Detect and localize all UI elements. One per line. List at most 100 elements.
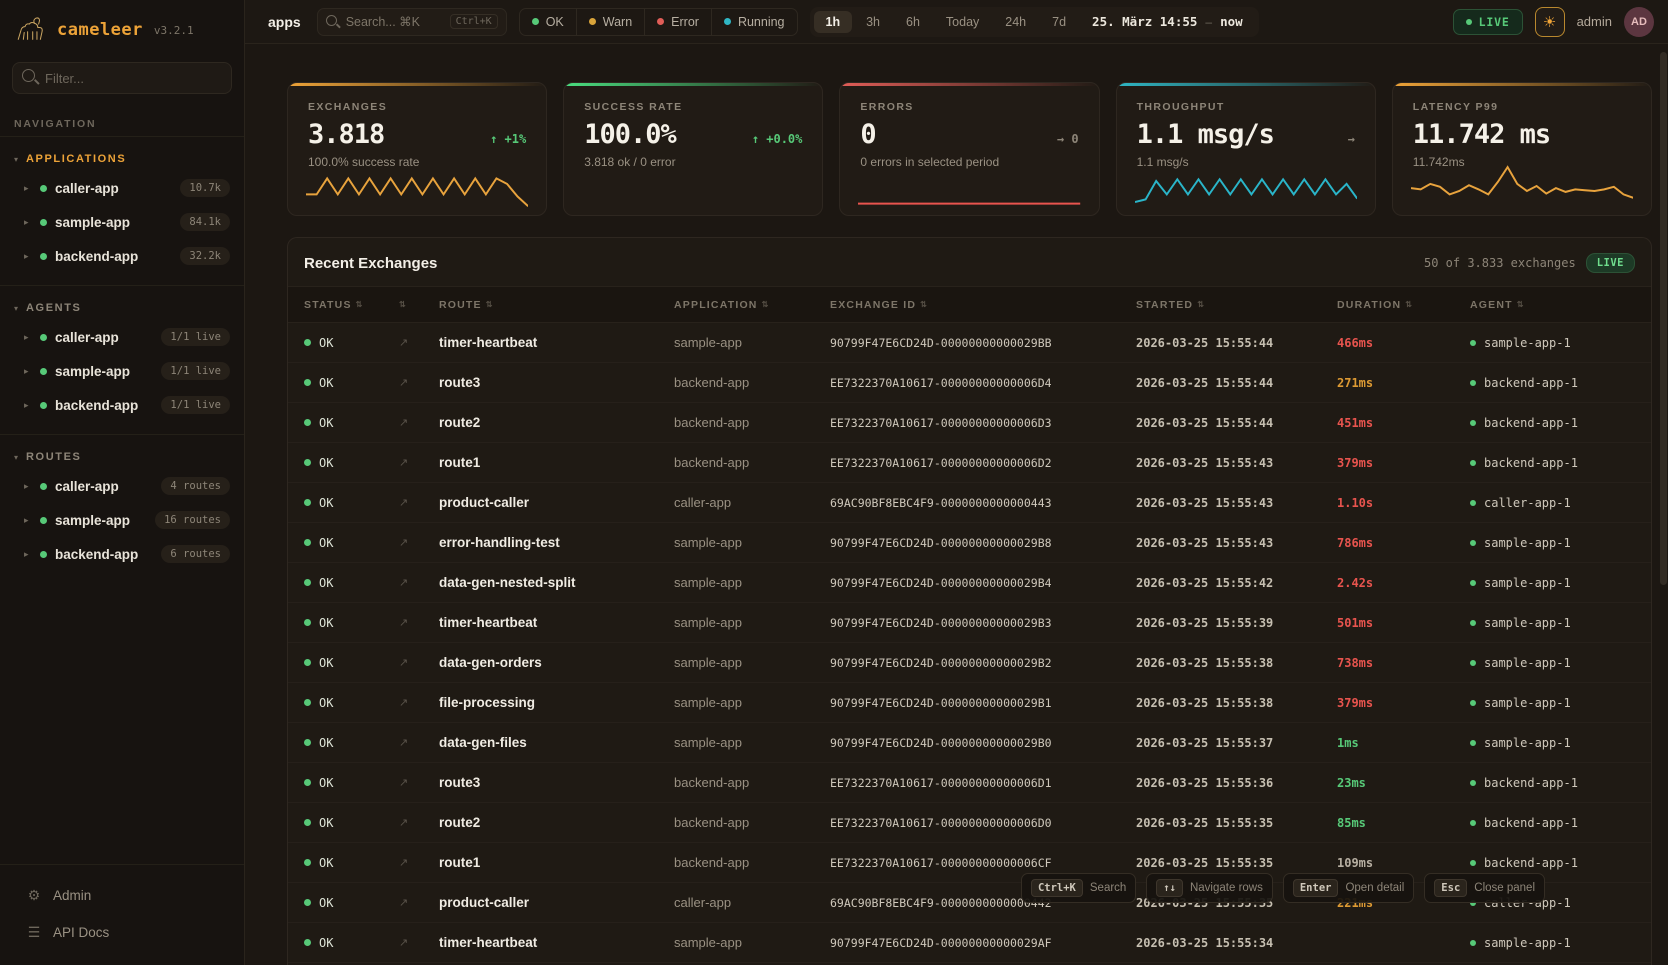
scrollbar-thumb[interactable] — [1660, 52, 1667, 585]
sidebar-item-application[interactable]: ▸ caller-app 10.7k — [0, 171, 244, 205]
main-content: EXCHANGES 3.818 ↑ +1% 100.0% success rat… — [245, 44, 1668, 965]
stat-card[interactable]: SUCCESS RATE 100.0% ↑ +0.0% 3.818 ok / 0… — [563, 82, 823, 216]
open-detail-icon[interactable]: ↗ — [399, 896, 439, 909]
status-filter-button[interactable]: Warn — [577, 9, 645, 35]
open-detail-icon[interactable]: ↗ — [399, 456, 439, 469]
sidebar-item-route[interactable]: ▸ sample-app 16 routes — [0, 503, 244, 537]
duration-cell: 786ms — [1337, 536, 1470, 550]
table-row[interactable]: OK ↗ data-gen-orders sample-app 90799F47… — [288, 643, 1651, 683]
table-row[interactable]: OK ↗ product-caller caller-app 69AC90BF8… — [288, 483, 1651, 523]
table-row[interactable]: OK ↗ route3 backend-app EE7322370A10617-… — [288, 363, 1651, 403]
status-filter-button[interactable]: Error — [645, 9, 712, 35]
card-title: EXCHANGES — [308, 101, 526, 113]
table-row[interactable]: OK ↗ route2 backend-app EE7322370A10617-… — [288, 403, 1651, 443]
open-detail-icon[interactable]: ↗ — [399, 856, 439, 869]
application-cell: sample-app — [674, 935, 830, 950]
stat-card[interactable]: ERRORS 0 → 0 0 errors in selected period — [839, 82, 1099, 216]
section-header-routes[interactable]: ▾ ROUTES — [0, 445, 244, 469]
column-header-exchange-id[interactable]: EXCHANGE ID⇅ — [830, 299, 1136, 311]
table-row[interactable]: OK ↗ timer-heartbeat sample-app 90799F47… — [288, 603, 1651, 643]
sidebar-item-route[interactable]: ▸ caller-app 4 routes — [0, 469, 244, 503]
column-header-application[interactable]: APPLICATION⇅ — [674, 299, 830, 311]
table-row[interactable]: OK ↗ route3 backend-app EE7322370A10617-… — [288, 763, 1651, 803]
column-header-route[interactable]: ROUTE⇅ — [439, 299, 674, 311]
table-row[interactable]: OK ↗ error-handling-test sample-app 9079… — [288, 523, 1651, 563]
time-range-button[interactable]: 7d — [1040, 11, 1078, 33]
stat-card[interactable]: LATENCY P99 11.742 ms 11.742ms — [1392, 82, 1652, 216]
section-header-agents[interactable]: ▾ AGENTS — [0, 296, 244, 320]
open-detail-icon[interactable]: ↗ — [399, 576, 439, 589]
card-title: THROUGHPUT — [1137, 101, 1355, 113]
open-detail-icon[interactable]: ↗ — [399, 616, 439, 629]
exchange-id-cell: 90799F47E6CD24D-00000000000029B4 — [830, 576, 1136, 590]
open-detail-icon[interactable]: ↗ — [399, 536, 439, 549]
sort-icon: ⇅ — [762, 300, 770, 309]
column-header-status[interactable]: STATUS⇅ — [304, 299, 399, 311]
open-detail-icon[interactable]: ↗ — [399, 936, 439, 949]
card-title: ERRORS — [860, 101, 1078, 113]
stat-card[interactable]: EXCHANGES 3.818 ↑ +1% 100.0% success rat… — [287, 82, 547, 216]
table-row[interactable]: OK ↗ route1 backend-app EE7322370A10617-… — [288, 443, 1651, 483]
open-detail-icon[interactable]: ↗ — [399, 496, 439, 509]
stat-card[interactable]: THROUGHPUT 1.1 msg/s → 1.1 msg/s — [1116, 82, 1376, 216]
open-detail-icon[interactable]: ↗ — [399, 736, 439, 749]
live-toggle[interactable]: LIVE — [1453, 9, 1523, 35]
time-range-button[interactable]: 6h — [894, 11, 932, 33]
table-row[interactable]: OK ↗ timer-heartbeat sample-app 90799F47… — [288, 323, 1651, 363]
sidebar-item-agent[interactable]: ▸ caller-app 1/1 live — [0, 320, 244, 354]
open-detail-icon[interactable]: ↗ — [399, 816, 439, 829]
card-accent-bar — [1393, 83, 1651, 86]
duration-cell: 379ms — [1337, 456, 1470, 470]
time-range-button[interactable]: 3h — [854, 11, 892, 33]
open-detail-icon[interactable]: ↗ — [399, 776, 439, 789]
sidebar-item-agent[interactable]: ▸ backend-app 1/1 live — [0, 388, 244, 422]
application-cell: sample-app — [674, 615, 830, 630]
open-detail-icon[interactable]: ↗ — [399, 416, 439, 429]
sort-icon: ⇅ — [356, 300, 364, 309]
sort-icon: ⇅ — [920, 300, 928, 309]
avatar[interactable]: AD — [1624, 7, 1654, 37]
agent-status-dot — [1470, 340, 1476, 346]
sidebar-footer: ⚙ Admin ☰ API Docs — [0, 864, 244, 965]
sidebar-item-api-docs[interactable]: ☰ API Docs — [0, 914, 244, 951]
table-row[interactable]: OK ↗ file-processing sample-app 90799F47… — [288, 683, 1651, 723]
theme-toggle-button[interactable]: ☀ — [1535, 7, 1565, 37]
table-row[interactable]: OK ↗ route2 backend-app EE7322370A10617-… — [288, 803, 1651, 843]
filter-input[interactable] — [12, 62, 232, 94]
global-search[interactable]: Search... ⌘K Ctrl+K — [317, 8, 507, 36]
column-header-started[interactable]: STARTED⇅ — [1136, 299, 1337, 311]
time-display[interactable]: 25. März 14:55 – now — [1080, 14, 1255, 29]
column-header-agent[interactable]: AGENT⇅ — [1470, 299, 1635, 311]
sidebar-item-application[interactable]: ▸ sample-app 84.1k — [0, 205, 244, 239]
open-detail-icon[interactable]: ↗ — [399, 696, 439, 709]
open-detail-icon[interactable]: ↗ — [399, 376, 439, 389]
section-routes: ▾ ROUTES ▸ caller-app 4 routes ▸ s — [0, 435, 244, 583]
table-row[interactable]: OK ↗ timer-heartbeat sample-app 90799F47… — [288, 923, 1651, 963]
sidebar-item-route[interactable]: ▸ backend-app 6 routes — [0, 537, 244, 571]
sidebar-item-application[interactable]: ▸ backend-app 32.2k — [0, 239, 244, 273]
chevron-down-icon: ▾ — [14, 453, 18, 462]
status-cell: OK — [304, 416, 399, 430]
time-range-button[interactable]: 24h — [993, 11, 1038, 33]
open-detail-icon[interactable]: ↗ — [399, 336, 439, 349]
time-range-button[interactable]: Today — [934, 11, 991, 33]
agent-cell: sample-app-1 — [1470, 656, 1635, 670]
exchange-id-cell: EE7322370A10617-00000000000006D2 — [830, 456, 1136, 470]
exchange-id-cell: 90799F47E6CD24D-00000000000029B2 — [830, 656, 1136, 670]
open-detail-icon[interactable]: ↗ — [399, 656, 439, 669]
chevron-down-icon: ▾ — [14, 304, 18, 313]
route-cell: timer-heartbeat — [439, 335, 674, 350]
sidebar-item-admin[interactable]: ⚙ Admin — [0, 877, 244, 914]
status-filter-button[interactable]: Running — [712, 9, 797, 35]
column-header-expand[interactable]: ⇅ — [399, 300, 439, 309]
application-cell: backend-app — [674, 855, 830, 870]
time-range-button[interactable]: 1h — [814, 11, 853, 33]
table-row[interactable]: OK ↗ data-gen-nested-split sample-app 90… — [288, 563, 1651, 603]
sidebar-item-agent[interactable]: ▸ sample-app 1/1 live — [0, 354, 244, 388]
status-dot — [40, 402, 47, 409]
section-label: APPLICATIONS — [26, 153, 126, 165]
status-filter-button[interactable]: OK — [520, 9, 577, 35]
table-row[interactable]: OK ↗ data-gen-files sample-app 90799F47E… — [288, 723, 1651, 763]
column-header-duration[interactable]: DURATION⇅ — [1337, 299, 1470, 311]
section-header-applications[interactable]: ▾ APPLICATIONS — [0, 147, 244, 171]
